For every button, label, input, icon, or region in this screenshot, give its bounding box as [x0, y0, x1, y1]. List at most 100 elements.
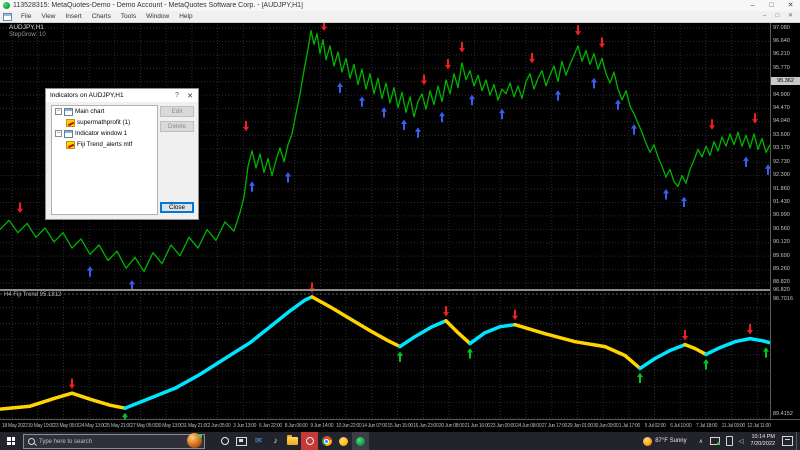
price-axis-label: 90.120 [773, 239, 790, 245]
collapse-icon[interactable]: − [55, 130, 62, 137]
music-app-icon[interactable]: ♪ [267, 432, 284, 450]
network-icon[interactable] [710, 437, 720, 445]
menu-item-window[interactable]: Window [141, 11, 174, 22]
system-tray: 87°F Sunny ∧ ◁ 10:14 PM 7/20/2022 [643, 432, 800, 450]
menu-item-charts[interactable]: Charts [87, 11, 116, 22]
minimize-button[interactable]: – [743, 0, 762, 11]
mdi-close-button[interactable]: ✕ [784, 12, 797, 21]
buy-signal-arrow [249, 181, 255, 192]
dialog-help-button[interactable]: ? [172, 92, 182, 99]
start-button[interactable] [0, 432, 22, 450]
price-axis-label: 91.430 [773, 199, 790, 205]
dialog-title: Indicators on AUDJPY,H1 [50, 92, 124, 99]
time-axis-label: 8 Jun 06:00 [285, 423, 311, 429]
fiji-trend-segment [312, 297, 400, 347]
collapse-icon[interactable]: − [55, 108, 62, 115]
pinned-apps: ✉ ♪ [216, 432, 369, 450]
time-axis[interactable]: 18 May 202219 May 19:0023 May 05:0024 Ma… [0, 419, 800, 433]
mail-icon[interactable]: ✉ [250, 432, 267, 450]
close-button[interactable]: ✕ [781, 0, 800, 11]
trend-down-arrow [309, 282, 315, 293]
window-title: 113528315: MetaQuotes-Demo - Demo Accoun… [13, 2, 743, 9]
time-axis-label: 20 Jun 08:00 [439, 423, 465, 429]
chart-area[interactable]: AUDJPY,H1 StepGrow: 10 H4 Fiji Trend 95.… [0, 22, 800, 432]
dialog-close-icon[interactable]: ✕ [185, 92, 195, 100]
honeygain-icon[interactable] [335, 432, 352, 450]
edit-button[interactable]: Edit [160, 106, 194, 117]
menu-item-view[interactable]: View [36, 11, 60, 22]
price-axis-label: 93.170 [773, 145, 790, 151]
restore-button[interactable]: □ [762, 0, 781, 11]
task-view-icon[interactable] [233, 432, 250, 450]
menu-item-insert[interactable]: Insert [60, 11, 86, 22]
taskbar-clock[interactable]: 10:14 PM 7/20/2022 [751, 434, 775, 448]
mdi-restore-button[interactable]: □ [771, 12, 784, 21]
phone-icon[interactable] [726, 436, 733, 446]
file-explorer-icon[interactable] [284, 432, 301, 450]
buy-signal-arrow [681, 197, 687, 208]
weather-sun-icon[interactable] [643, 437, 652, 446]
chart-window-icon [64, 130, 73, 138]
search-highlight-avatar[interactable] [187, 433, 202, 448]
price-axis-label: 94.470 [773, 105, 790, 111]
chart-window-icon [3, 13, 12, 21]
trend-down-arrow [69, 378, 75, 389]
volume-icon[interactable]: ◁ [739, 437, 744, 445]
price-axis-label: 89.260 [773, 266, 790, 272]
time-axis-label: 30 Jun 09:00 [593, 423, 619, 429]
indicator-axis-level-label: 96.7016 [773, 296, 793, 302]
time-axis-label: 29 Jun 01:00 [567, 423, 593, 429]
price-chart-svg[interactable] [0, 22, 770, 432]
tree-item[interactable]: − Main chart [52, 106, 157, 117]
indicator-list[interactable]: − Main chart supermathprofit (1) − Indicator… [51, 105, 158, 215]
buy-signal-arrow [87, 266, 93, 277]
tree-item-label: Indicator window 1 [75, 130, 127, 137]
fiji-trend-segment [515, 325, 640, 369]
symbol-label: AUDJPY,H1 [9, 24, 44, 31]
sell-signal-arrow [17, 203, 23, 214]
tree-item[interactable]: − Indicator window 1 [52, 128, 157, 139]
metatrader-icon[interactable] [352, 432, 369, 450]
delete-button[interactable]: Delete [160, 121, 194, 132]
price-axis-label: 88.820 [773, 279, 790, 285]
show-desktop-button[interactable] [796, 432, 800, 450]
tree-item-indicator[interactable]: Fiji Trend_alerts mtf [52, 139, 157, 150]
time-axis-label: 5 Jul 02:00 [645, 423, 671, 429]
chrome-logo-icon [322, 436, 332, 446]
action-center-icon[interactable] [782, 436, 793, 446]
fiji-trend-segment [685, 345, 706, 355]
indicator-axis-bottom-label: 89.4152 [773, 411, 793, 417]
menu-item-help[interactable]: Help [174, 11, 197, 22]
indicator-icon [66, 141, 75, 149]
price-axis[interactable]: 95.362 96.820 96.7016 89.4152 97.08096.6… [770, 22, 800, 419]
taskbar-search[interactable]: Type here to search [23, 434, 205, 449]
weather-text[interactable]: 87°F Sunny [655, 438, 686, 444]
buy-signal-arrow [499, 109, 505, 120]
dialog-titlebar[interactable]: Indicators on AUDJPY,H1 ? ✕ [46, 89, 198, 102]
time-axis-label: 24 Jun 08:00 [516, 423, 542, 429]
tray-expand-icon[interactable]: ∧ [699, 438, 703, 445]
close-dialog-button[interactable]: Close [160, 202, 194, 213]
mdi-minimize-button[interactable]: – [758, 12, 771, 21]
tree-item-label: Main chart [75, 108, 104, 115]
buy-signal-arrow [663, 189, 669, 200]
tree-item-indicator[interactable]: supermathprofit (1) [52, 117, 157, 128]
yellow-app-icon [339, 437, 348, 446]
fiji-trend-segment [0, 393, 125, 409]
buy-signal-arrow [401, 119, 407, 130]
cortana-icon[interactable] [216, 432, 233, 450]
window-splitter[interactable] [0, 289, 800, 291]
indicator-axis-top-label: 96.820 [773, 287, 790, 293]
opera-icon[interactable] [301, 432, 318, 450]
menu-item-tools[interactable]: Tools [116, 11, 141, 22]
trend-up-arrow [763, 347, 769, 358]
windows-logo-icon [7, 437, 15, 445]
chrome-icon[interactable] [318, 432, 335, 450]
opera-o-icon [306, 437, 314, 445]
trend-down-arrow [512, 310, 518, 321]
menu-items: FileViewInsertChartsToolsWindowHelp [16, 11, 758, 22]
time-axis-label: 12 Jul 11:00 [747, 423, 773, 429]
indicators-dialog: Indicators on AUDJPY,H1 ? ✕ − Main chart s… [45, 88, 199, 220]
menu-item-file[interactable]: File [16, 11, 36, 22]
price-axis-label: 96.640 [773, 38, 790, 44]
